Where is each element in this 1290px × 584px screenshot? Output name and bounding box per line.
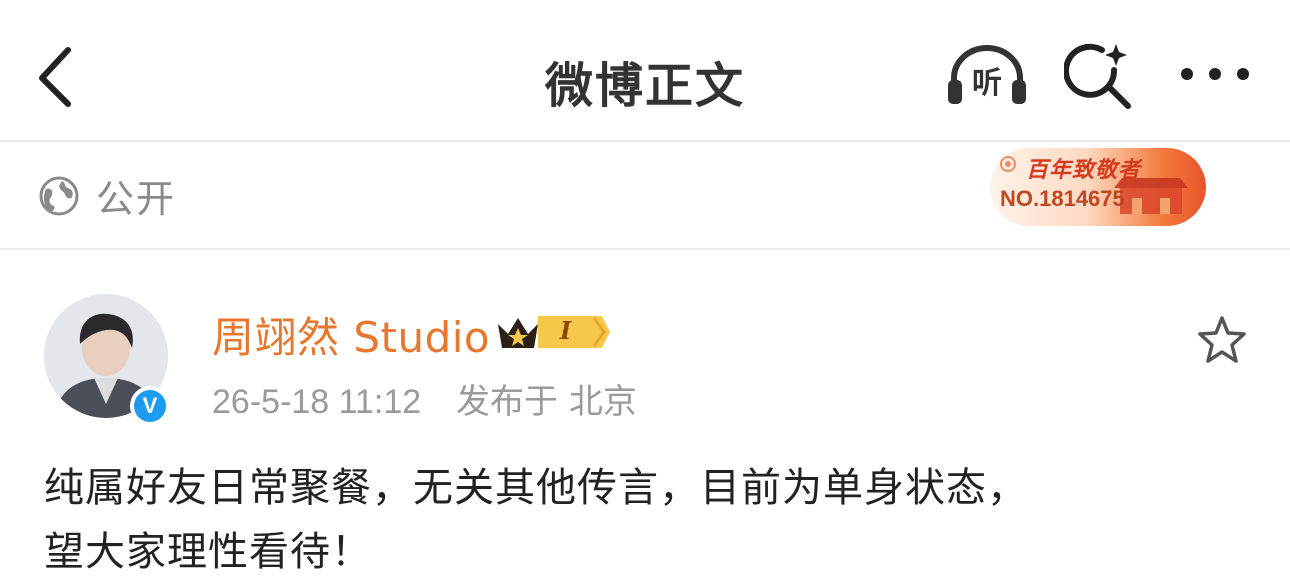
visibility-row: 公开 百年致敬者 NO.1814675: [0, 142, 1290, 248]
more-options-button[interactable]: [1178, 56, 1252, 92]
vip-level: I: [560, 316, 572, 345]
content-line: 望大家理性看待！: [44, 529, 372, 575]
location-prefix: 发布于: [456, 382, 559, 422]
listen-button[interactable]: 听: [944, 42, 1030, 108]
globe-icon: [39, 176, 79, 216]
post-time: 26-5-18 11:12: [212, 383, 422, 421]
more-dots-icon: [1181, 68, 1249, 80]
badge-title: 百年致敬者: [1026, 157, 1142, 183]
favorite-button[interactable]: [1194, 312, 1250, 368]
vip-badge[interactable]: I: [494, 310, 612, 354]
post-meta: 26-5-18 11:12 发布于 北京: [212, 374, 637, 423]
search-sparkle-icon: [1063, 43, 1131, 109]
verified-badge: V: [130, 386, 170, 426]
author-name[interactable]: 周翊然 Studio: [212, 304, 490, 365]
star-outline-icon: [1198, 316, 1246, 363]
search-button[interactable]: [1063, 40, 1136, 112]
listen-label: 听: [972, 66, 1002, 101]
visibility-label: 公开: [96, 177, 177, 221]
top-nav-bar: 微博正文 听: [0, 0, 1290, 140]
content-line: 纯属好友日常聚餐，无关其他传言，目前为单身状态，: [44, 465, 1028, 511]
anniversary-badge[interactable]: 百年致敬者 NO.1814675: [990, 148, 1206, 226]
section-divider: [0, 248, 1290, 250]
badge-number: NO.1814675: [1000, 186, 1125, 211]
crown-icon: [498, 316, 610, 348]
post-location: 北京: [568, 382, 637, 422]
post-content: 纯属好友日常聚餐，无关其他传言，目前为单身状态， 望大家理性看待！: [44, 456, 1244, 584]
verified-icon: V: [134, 390, 166, 422]
